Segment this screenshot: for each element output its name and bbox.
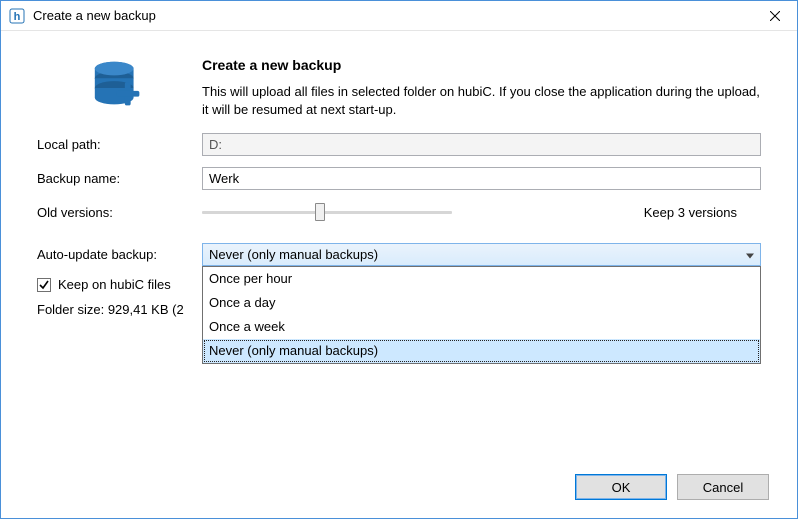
header-text: Create a new backup This will upload all… [202,55,761,119]
auto-update-dropdown: Once per hour Once a day Once a week Nev… [202,266,761,364]
dialog-window: h Create a new backup [0,0,798,519]
dropdown-item-never[interactable]: Never (only manual backups) [203,339,760,363]
keep-on-hubic-checkbox[interactable] [37,278,51,292]
local-path-field[interactable] [202,133,761,156]
auto-update-combo: Never (only manual backups) Once per hou… [202,243,761,266]
backup-name-field[interactable] [202,167,761,190]
form: Local path: Backup name: Old versions: K… [37,131,761,317]
titlebar: h Create a new backup [1,1,797,31]
label-old-versions: Old versions: [37,205,202,220]
close-button[interactable] [752,1,797,30]
header-description: This will upload all files in selected f… [202,83,761,119]
label-backup-name: Backup name: [37,171,202,186]
dropdown-item-hour[interactable]: Once per hour [203,267,760,291]
backup-icon [37,55,202,117]
auto-update-selected-text: Never (only manual backups) [209,247,378,262]
svg-text:h: h [14,11,21,23]
slider-thumb[interactable] [315,203,325,221]
auto-update-select[interactable]: Never (only manual backups) [202,243,761,266]
dialog-content: Create a new backup This will upload all… [1,31,797,317]
app-icon: h [9,8,25,24]
keep-on-hubic-label: Keep on hubiC files [58,277,171,292]
folder-size-prefix: Folder size: [37,302,108,317]
row-auto-update: Auto-update backup: Never (only manual b… [37,241,761,267]
window-title: Create a new backup [33,8,752,23]
folder-size-value: 929,41 KB (2 [108,302,184,317]
header-title: Create a new backup [202,57,761,73]
dropdown-item-week[interactable]: Once a week [203,315,760,339]
ok-button[interactable]: OK [575,474,667,500]
dropdown-item-day[interactable]: Once a day [203,291,760,315]
check-icon [39,280,49,290]
header-row: Create a new backup This will upload all… [37,55,761,119]
chevron-down-icon [746,247,754,262]
versions-label: Keep 3 versions [644,205,761,220]
row-old-versions: Old versions: Keep 3 versions [37,199,761,225]
versions-slider-cell: Keep 3 versions [202,202,761,222]
label-auto-update: Auto-update backup: [37,247,202,262]
cancel-button[interactable]: Cancel [677,474,769,500]
row-backup-name: Backup name: [37,165,761,191]
label-local-path: Local path: [37,137,202,152]
versions-slider[interactable] [202,202,452,222]
row-local-path: Local path: [37,131,761,157]
button-bar: OK Cancel [575,474,769,500]
slider-track [202,211,452,214]
close-icon [770,11,780,21]
